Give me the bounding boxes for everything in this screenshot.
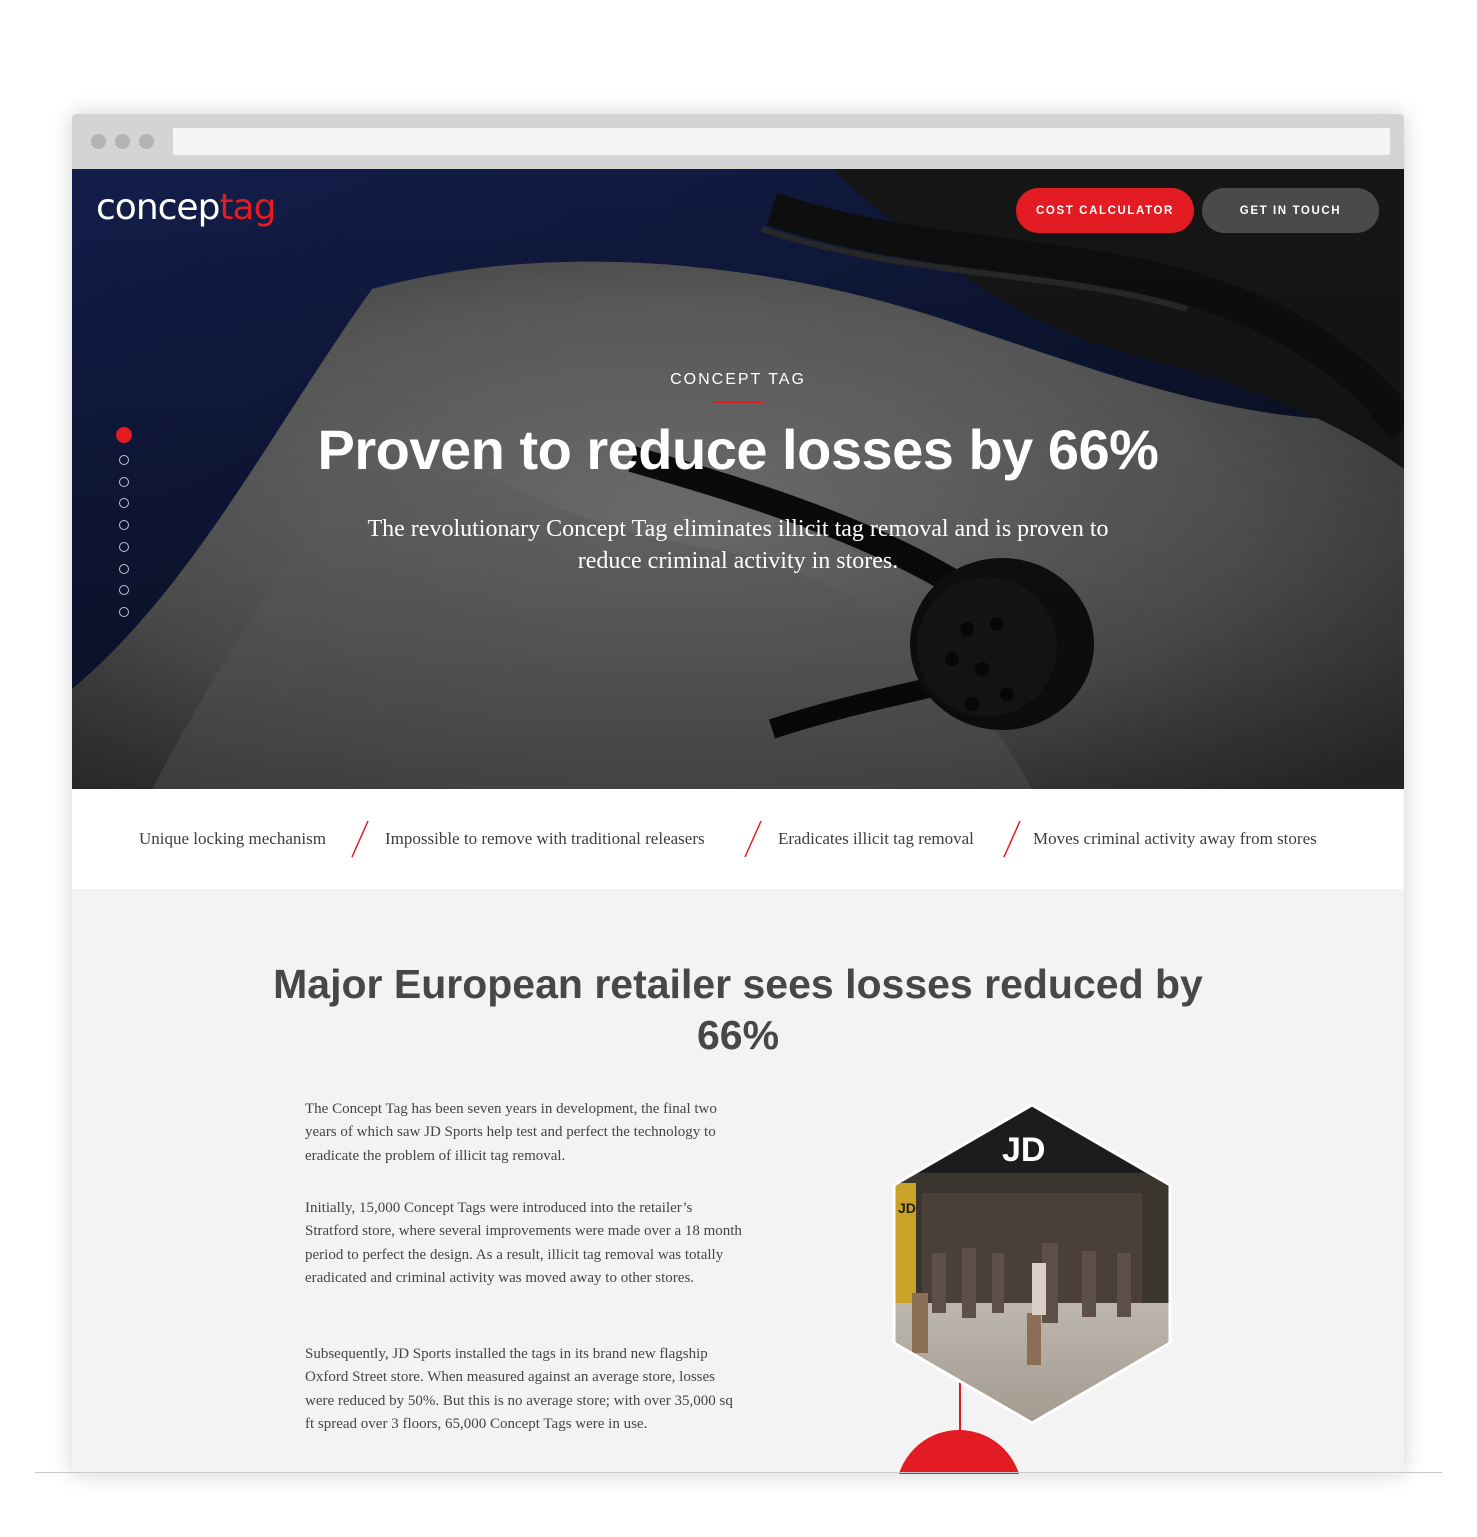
eyebrow-underline <box>713 401 763 403</box>
feature-item-3: Eradicates illicit tag removal <box>778 829 974 848</box>
store-photo-hexagon: JD JD <box>892 1103 1172 1425</box>
slash-divider-icon <box>1003 820 1021 858</box>
slide-dot-6[interactable] <box>119 541 129 552</box>
case-paragraph-2: Initially, 15,000 Concept Tags were intr… <box>305 1200 742 1286</box>
slide-dot-2[interactable] <box>119 455 129 465</box>
hero-section: conceptag COST CALCULATOR GET IN TOUCH C… <box>72 169 1404 789</box>
browser-window: conceptag COST CALCULATOR GET IN TOUCH C… <box>72 114 1404 1474</box>
slash-divider-icon <box>744 820 762 858</box>
get-in-touch-button[interactable]: GET IN TOUCH <box>1202 188 1379 233</box>
feature-item-4: Moves criminal activity away from stores <box>1033 829 1317 848</box>
timeline-marker <box>896 1430 1022 1474</box>
slash-divider-icon <box>351 820 369 858</box>
case-study-title: Major European retailer sees losses redu… <box>273 961 1203 1058</box>
cost-calculator-button[interactable]: COST CALCULATOR <box>1016 188 1194 233</box>
window-close-dot[interactable] <box>91 134 106 149</box>
hero-eyebrow: CONCEPT TAG <box>670 371 806 388</box>
browser-toolbar <box>72 114 1404 169</box>
features-strip: Unique locking mechanism Impossible to r… <box>72 789 1404 889</box>
case-paragraph-1: The Concept Tag has been seven years in … <box>305 1101 717 1164</box>
feature-item-1: Unique locking mechanism <box>139 829 326 848</box>
page-bottom-rule <box>35 1472 1442 1473</box>
window-minimize-dot[interactable] <box>115 134 130 149</box>
logo-text-tag: tag <box>219 187 276 228</box>
slide-dot-7[interactable] <box>119 563 129 574</box>
address-bar[interactable] <box>173 128 1390 155</box>
window-maximize-dot[interactable] <box>139 134 154 149</box>
slide-dot-3[interactable] <box>119 476 129 487</box>
jd-store-sign: JD <box>1002 1131 1045 1169</box>
logo-text-concep: concep <box>96 187 220 228</box>
hero-title: Proven to reduce losses by 66% <box>317 418 1159 481</box>
slide-dot-9[interactable] <box>119 606 129 617</box>
feature-item-2: Impossible to remove with traditional re… <box>385 829 705 848</box>
slide-dot-1[interactable] <box>116 427 132 443</box>
jd-side-sign: JD <box>898 1200 916 1216</box>
concept-tag-logo[interactable]: conceptag <box>96 187 276 228</box>
hero-subtitle: The revolutionary Concept Tag eliminates… <box>367 516 1109 574</box>
case-paragraph-3: Subsequently, JD Sports installed the ta… <box>305 1346 733 1432</box>
